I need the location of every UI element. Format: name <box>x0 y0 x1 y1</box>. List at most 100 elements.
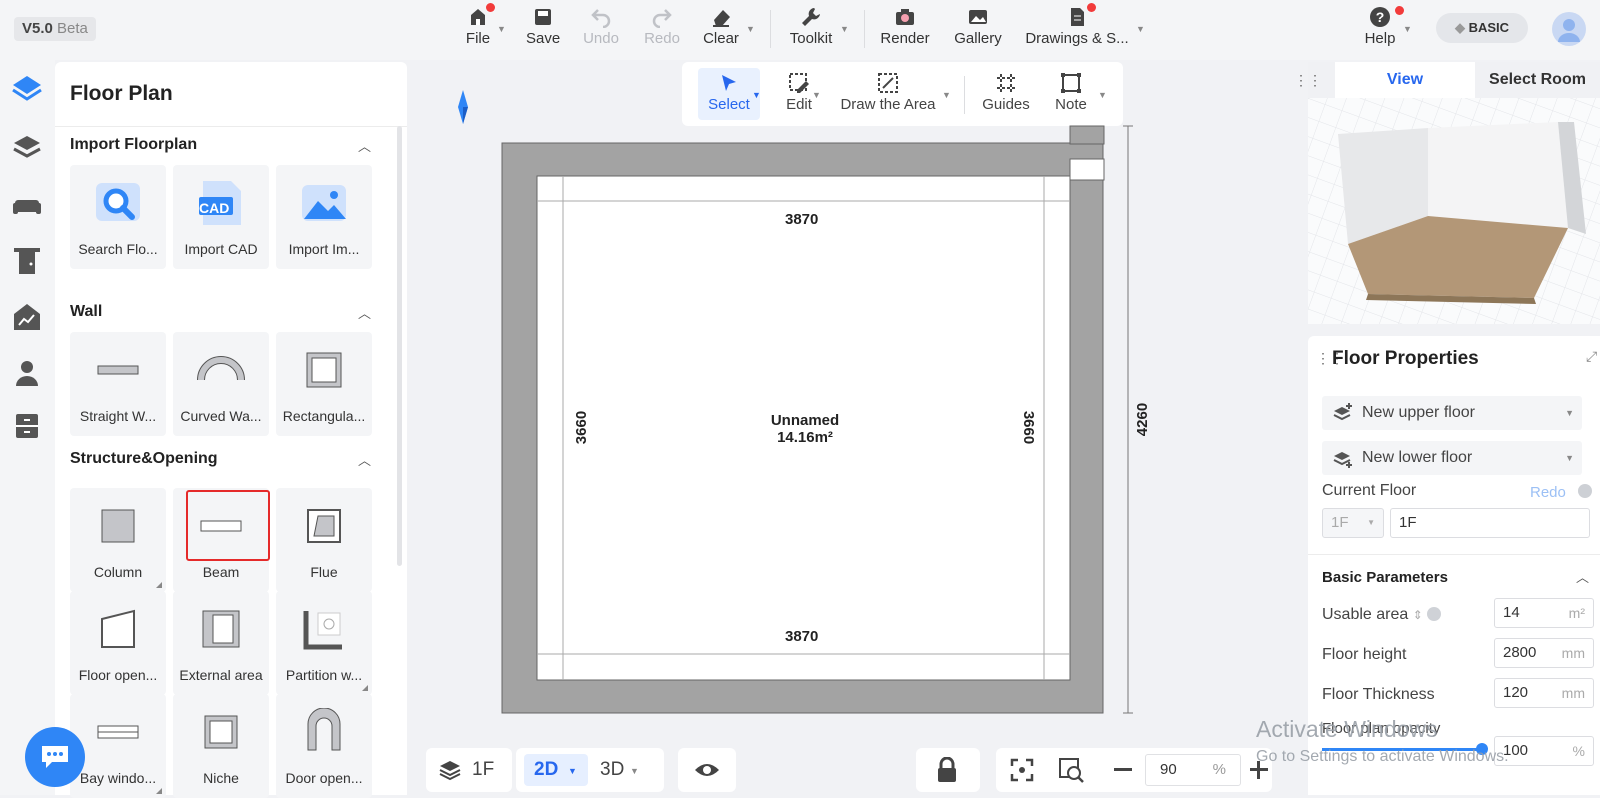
mode-2d-button[interactable]: 2D ▼ <box>524 754 588 786</box>
zoom-area-icon[interactable] <box>1058 757 1084 783</box>
document-icon <box>1071 8 1084 26</box>
floor-name-input[interactable]: 1F <box>1390 508 1590 538</box>
cabinet-icon[interactable] <box>10 410 44 444</box>
chevron-down-icon[interactable]: ▼ <box>840 24 849 34</box>
chevron-up-icon[interactable]: ︿ <box>358 303 371 322</box>
dimension-bottom[interactable]: 3870 <box>785 628 818 645</box>
mode-3d-button[interactable]: 3D ▼ <box>596 754 656 786</box>
chevron-down-icon[interactable]: ▼ <box>746 24 755 34</box>
chevron-down-icon[interactable]: ▼ <box>1565 396 1574 430</box>
layers-icon <box>439 761 461 781</box>
compass-icon[interactable] <box>458 90 468 124</box>
select-tool[interactable]: Select <box>698 68 760 120</box>
sort-icon[interactable]: ⇕ <box>1413 608 1423 622</box>
rectangular-wall-tile[interactable]: Rectangula... <box>276 332 372 436</box>
usable-area-input[interactable]: 14 m² <box>1494 598 1594 628</box>
flue-tile[interactable]: Flue <box>276 488 372 592</box>
chevron-down-icon[interactable]: ▼ <box>1098 90 1107 100</box>
chevron-down-icon[interactable]: ▼ <box>1565 441 1574 475</box>
guides-tool[interactable]: Guides <box>978 68 1034 120</box>
section-title-import: Import Floorplan <box>70 136 198 153</box>
zoom-out-button[interactable] <box>1114 768 1132 771</box>
render-button[interactable]: Render <box>880 6 930 56</box>
drawings-button[interactable]: Drawings & S... <box>1024 6 1130 56</box>
visibility-button[interactable] <box>678 748 736 792</box>
toolkit-button[interactable]: Toolkit <box>786 6 836 56</box>
chevron-down-icon[interactable]: ▼ <box>812 90 821 100</box>
save-button[interactable]: Save <box>526 6 560 56</box>
gallery-icon <box>969 10 987 24</box>
chevron-up-icon[interactable]: ︿ <box>358 136 371 155</box>
chevron-up-icon[interactable]: ︿ <box>1576 567 1589 586</box>
niche-tile[interactable]: Niche <box>173 694 269 798</box>
chevron-up-icon[interactable]: ︿ <box>358 450 371 469</box>
undo-icon <box>591 9 611 28</box>
undo-button[interactable]: Undo <box>582 6 620 56</box>
plan-badge[interactable]: ◆ BASIC <box>1436 13 1528 43</box>
left-rail <box>0 60 55 795</box>
sofa-icon[interactable] <box>10 188 44 222</box>
floor-plan-icon[interactable] <box>10 72 44 106</box>
gallery-button[interactable]: Gallery <box>950 6 1006 56</box>
flue-icon <box>307 509 341 543</box>
lock-button[interactable] <box>916 748 980 792</box>
curved-wall-tile[interactable]: Curved Wa... <box>173 332 269 436</box>
floor-opening-tile[interactable]: Floor open... <box>70 591 166 695</box>
floor-switcher[interactable]: 1F <box>426 748 512 792</box>
new-upper-floor-button[interactable]: New upper floor ▼ <box>1322 396 1582 430</box>
layers-icon[interactable] <box>10 130 44 164</box>
clear-button[interactable]: Clear <box>702 6 740 56</box>
file-button[interactable]: File <box>462 6 494 56</box>
redo-link[interactable]: Redo <box>1530 484 1566 501</box>
help-button[interactable]: ? Help <box>1360 6 1400 56</box>
zoom-input[interactable]: 90 % <box>1145 754 1241 786</box>
dimension-top[interactable]: 3870 <box>785 211 818 228</box>
drag-handle-icon[interactable]: ⋮⋮ <box>1294 72 1322 89</box>
floor-properties-title: Floor Properties <box>1332 348 1479 369</box>
avatar[interactable] <box>1552 12 1586 46</box>
redo-icon <box>652 9 672 28</box>
new-lower-floor-button[interactable]: New lower floor ▼ <box>1322 441 1582 475</box>
history-icon[interactable] <box>1578 484 1592 498</box>
external-area-tile[interactable]: External area <box>173 591 269 695</box>
dimension-left[interactable]: 3660 <box>573 411 590 444</box>
import-image-tile[interactable]: Import Im... <box>276 165 372 269</box>
search-floorplan-tile[interactable]: Search Flo... <box>70 165 166 269</box>
info-icon[interactable] <box>1427 607 1442 621</box>
fit-screen-icon[interactable] <box>1010 758 1034 782</box>
dimension-right[interactable]: 3660 <box>1020 411 1037 444</box>
chat-button[interactable] <box>25 727 85 787</box>
partition-wall-tile[interactable]: Partition w... <box>276 591 372 695</box>
chevron-down-icon[interactable]: ▼ <box>752 90 761 100</box>
tab-select-room[interactable]: Select Room <box>1475 62 1600 98</box>
draw-area-tool[interactable]: Draw the Area <box>838 68 938 120</box>
redo-button[interactable]: Redo <box>644 6 680 56</box>
door-opening-tile[interactable]: Door open... <box>276 694 372 798</box>
tab-view[interactable]: View <box>1335 62 1475 98</box>
person-icon[interactable] <box>10 356 44 390</box>
note-tool[interactable]: Note <box>1048 68 1094 120</box>
bay-window-tile[interactable]: Bay windo... <box>70 694 166 798</box>
3d-preview[interactable] <box>1308 98 1600 324</box>
activate-windows-watermark: Activate Windows <box>1256 716 1438 742</box>
floor-thickness-input[interactable]: 120 mm <box>1494 678 1594 708</box>
panel-scrollbar[interactable] <box>397 126 402 566</box>
house-chart-icon[interactable] <box>10 300 44 334</box>
chevron-down-icon[interactable]: ▼ <box>1403 24 1412 34</box>
straight-wall-tile[interactable]: Straight W... <box>70 332 166 436</box>
floor-height-input[interactable]: 2800 mm <box>1494 638 1594 668</box>
expand-icon[interactable]: ⤢ <box>1586 348 1597 365</box>
column-icon <box>101 509 135 543</box>
chevron-down-icon[interactable]: ▼ <box>1136 24 1145 34</box>
floor-select[interactable]: 1F ▼ <box>1322 508 1384 538</box>
opacity-input[interactable]: 100% <box>1494 736 1594 766</box>
chevron-down-icon[interactable]: ▼ <box>942 90 951 100</box>
expand-corner-icon <box>156 582 162 588</box>
door-icon[interactable] <box>10 244 44 278</box>
import-cad-tile[interactable]: CAD Import CAD <box>173 165 269 269</box>
column-tile[interactable]: Column <box>70 488 166 592</box>
dimension-outer[interactable]: 4260 <box>1134 403 1151 436</box>
lock-icon <box>938 757 956 782</box>
room-label[interactable]: Unnamed 14.16m² <box>720 412 890 446</box>
chevron-down-icon[interactable]: ▼ <box>497 24 506 34</box>
